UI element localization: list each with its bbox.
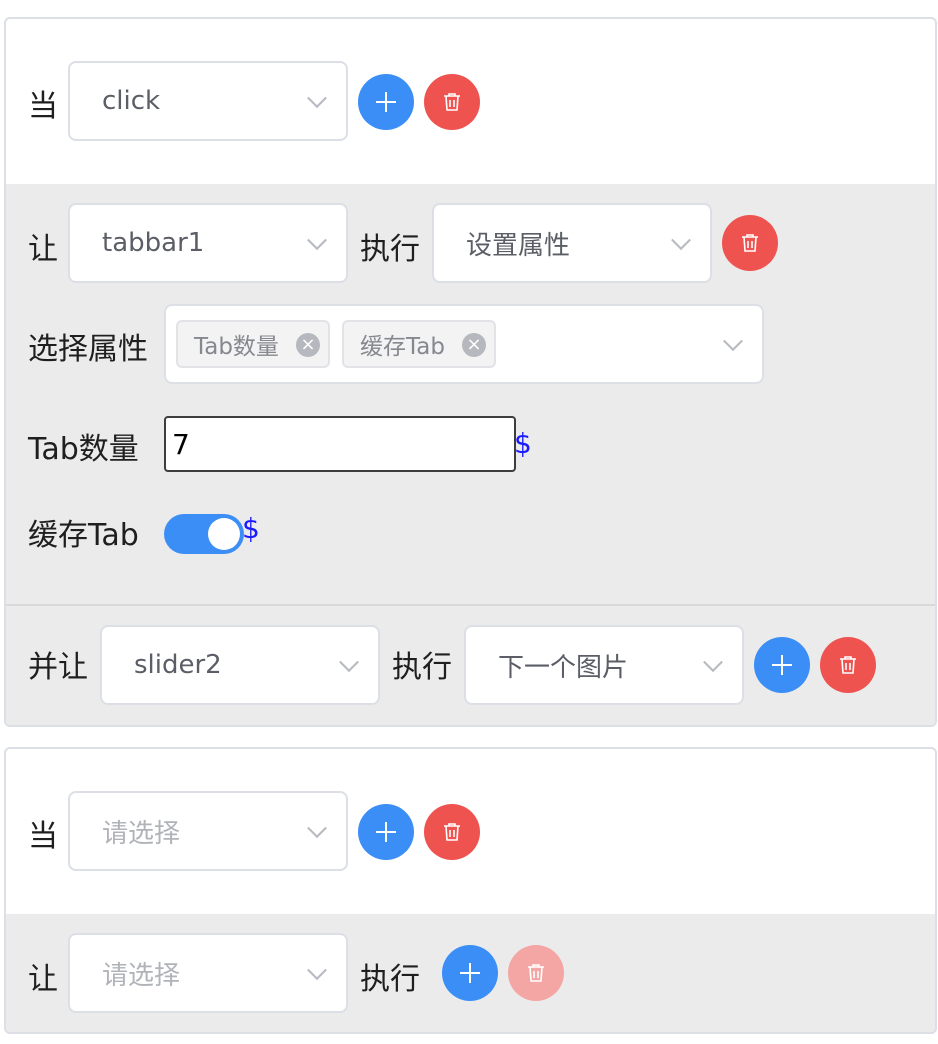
rule-card-1: 当 click 让 tabbar1 执行 设置属性 选择属性 Tab数量 × 缓… bbox=[4, 17, 937, 727]
event-select-placeholder: 请选择 bbox=[102, 818, 181, 849]
add-action-button[interactable] bbox=[754, 637, 810, 693]
attr-multiselect[interactable]: Tab数量 × 缓存Tab × bbox=[164, 304, 764, 384]
also-let-label: 并让 bbox=[28, 650, 88, 685]
second-action-section: 并让 slider2 执行 下一个图片 bbox=[6, 606, 935, 725]
plus-icon bbox=[376, 822, 396, 842]
event-select[interactable]: 请选择 bbox=[68, 791, 348, 871]
trigger-section: 当 click bbox=[6, 19, 935, 184]
tab-count-binding-button[interactable]: $ bbox=[514, 427, 532, 460]
action-select[interactable]: 设置属性 bbox=[432, 203, 712, 283]
close-circle-icon[interactable]: × bbox=[296, 333, 320, 357]
event-select[interactable]: click bbox=[68, 61, 348, 141]
add-action-button[interactable] bbox=[442, 945, 498, 1001]
target-select-placeholder: 请选择 bbox=[102, 960, 181, 991]
chevron-down-icon bbox=[307, 230, 327, 251]
chevron-down-icon bbox=[671, 230, 691, 251]
cache-tab-binding-button[interactable]: $ bbox=[242, 512, 260, 545]
cache-tab-toggle[interactable] bbox=[164, 514, 244, 554]
trash-icon bbox=[840, 656, 856, 674]
let-label: 让 bbox=[28, 962, 58, 997]
action-section: 让 请选择 执行 bbox=[6, 914, 935, 1032]
attr-tag: Tab数量 × bbox=[176, 320, 330, 368]
chevron-down-icon bbox=[703, 652, 723, 673]
cache-tab-label: 缓存Tab bbox=[28, 518, 139, 553]
plus-icon bbox=[460, 963, 480, 983]
toggle-knob bbox=[208, 518, 240, 550]
chevron-down-icon bbox=[723, 331, 743, 352]
add-trigger-button[interactable] bbox=[358, 74, 414, 130]
add-trigger-button[interactable] bbox=[358, 804, 414, 860]
second-target-select[interactable]: slider2 bbox=[100, 625, 380, 705]
action-section: 让 tabbar1 执行 设置属性 选择属性 Tab数量 × 缓存Tab × T… bbox=[6, 184, 935, 604]
target-select-value: tabbar1 bbox=[102, 228, 205, 258]
delete-second-action-button[interactable] bbox=[820, 637, 876, 693]
chevron-down-icon bbox=[307, 88, 327, 109]
target-select[interactable]: 请选择 bbox=[68, 933, 348, 1013]
plus-icon bbox=[376, 92, 396, 112]
rule-card-2: 当 请选择 让 请选择 执行 bbox=[4, 747, 937, 1034]
trash-icon bbox=[444, 93, 460, 111]
second-exec-label: 执行 bbox=[392, 650, 452, 685]
delete-trigger-button[interactable] bbox=[424, 74, 480, 130]
tab-count-label: Tab数量 bbox=[28, 432, 139, 467]
trigger-section: 当 请选择 bbox=[6, 749, 935, 914]
chevron-down-icon bbox=[307, 818, 327, 839]
attr-tag-label: Tab数量 bbox=[194, 334, 279, 360]
trash-icon bbox=[528, 964, 544, 982]
tab-count-input[interactable]: 7 bbox=[164, 416, 516, 472]
second-target-value: slider2 bbox=[134, 650, 222, 680]
second-action-select[interactable]: 下一个图片 bbox=[464, 625, 744, 705]
chevron-down-icon bbox=[339, 652, 359, 673]
trash-icon bbox=[444, 823, 460, 841]
let-label: 让 bbox=[28, 232, 58, 267]
second-action-value: 下一个图片 bbox=[498, 652, 629, 683]
chevron-down-icon bbox=[307, 960, 327, 981]
attr-tag-label: 缓存Tab bbox=[360, 334, 445, 360]
exec-label: 执行 bbox=[360, 232, 420, 267]
choose-attr-label: 选择属性 bbox=[28, 332, 148, 367]
when-label: 当 bbox=[28, 89, 58, 124]
attr-tag: 缓存Tab × bbox=[342, 320, 496, 368]
target-select[interactable]: tabbar1 bbox=[68, 203, 348, 283]
exec-label: 执行 bbox=[360, 962, 420, 997]
close-circle-icon[interactable]: × bbox=[462, 333, 486, 357]
plus-icon bbox=[772, 655, 792, 675]
delete-action-button[interactable] bbox=[722, 215, 778, 271]
tab-count-value: 7 bbox=[172, 427, 190, 461]
action-select-value: 设置属性 bbox=[466, 230, 571, 261]
when-label: 当 bbox=[28, 819, 58, 854]
event-select-value: click bbox=[102, 86, 161, 116]
trash-icon bbox=[742, 234, 758, 252]
delete-trigger-button[interactable] bbox=[424, 804, 480, 860]
delete-action-button[interactable] bbox=[508, 945, 564, 1001]
